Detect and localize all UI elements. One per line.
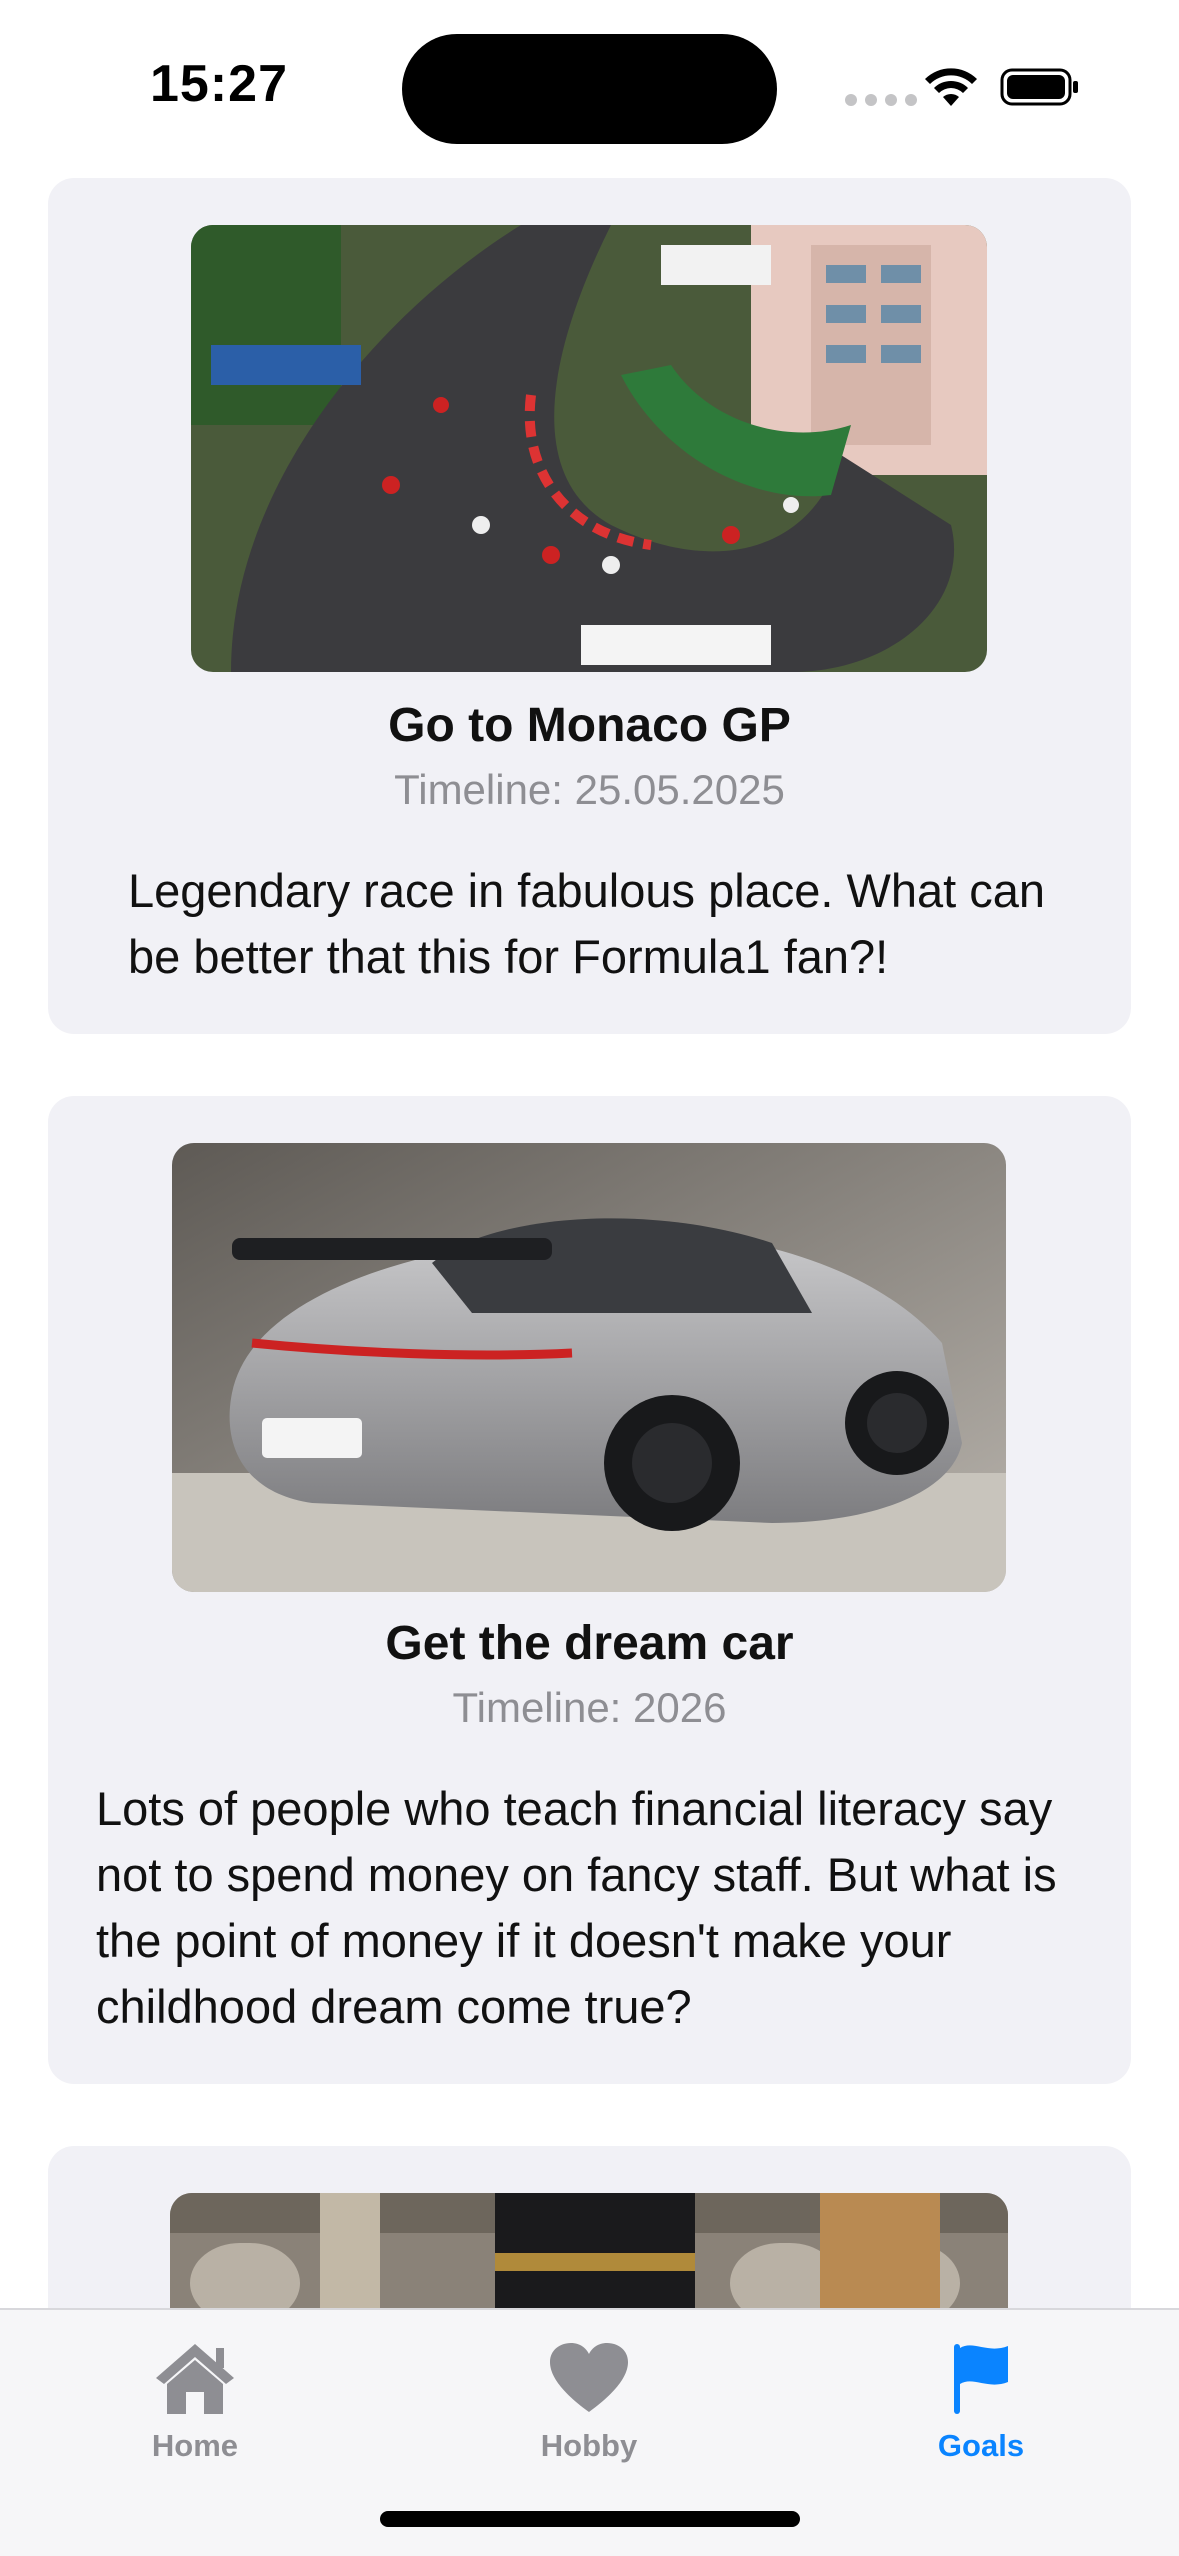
- goals-list[interactable]: Go to Monaco GP Timeline: 25.05.2025 Leg…: [0, 170, 1179, 2308]
- goal-image: [191, 225, 987, 672]
- tab-label: Home: [151, 2428, 239, 2463]
- house-icon: [156, 2344, 234, 2414]
- goal-image: [170, 2193, 1008, 2308]
- goal-title: Go to Monaco GP: [388, 699, 791, 752]
- status-time: 15:27: [150, 55, 288, 113]
- goal-card[interactable]: [48, 2146, 1131, 2308]
- goal-image: [172, 1143, 1006, 1592]
- wifi-icon: [925, 68, 977, 106]
- heart-icon: [550, 2343, 628, 2412]
- status-bar: 15:27: [0, 0, 1179, 170]
- goal-card[interactable]: Go to Monaco GP Timeline: 25.05.2025 Leg…: [48, 178, 1131, 1034]
- tab-goals[interactable]: Goals: [861, 2330, 1101, 2480]
- dynamic-island: [402, 34, 777, 144]
- flag-icon: [954, 2344, 1008, 2414]
- goal-title: Get the dream car: [385, 1617, 794, 1670]
- battery-icon: [1000, 68, 1078, 106]
- goal-description: Legendary race in fabulous place. What c…: [128, 864, 1046, 983]
- goal-timeline: Timeline: 2026: [452, 1684, 727, 1731]
- cellular-signal-icon: [845, 94, 917, 106]
- tab-label: Goals: [937, 2428, 1025, 2463]
- tab-label: Hobby: [540, 2428, 638, 2463]
- goal-description: Lots of people who teach financial liter…: [96, 1782, 1057, 2033]
- tab-home[interactable]: Home: [75, 2330, 315, 2480]
- home-indicator: [380, 2511, 800, 2527]
- goal-card[interactable]: Get the dream car Timeline: 2026 Lots of…: [48, 1096, 1131, 2084]
- tab-hobby[interactable]: Hobby: [469, 2330, 709, 2480]
- goal-timeline: Timeline: 25.05.2025: [394, 766, 785, 813]
